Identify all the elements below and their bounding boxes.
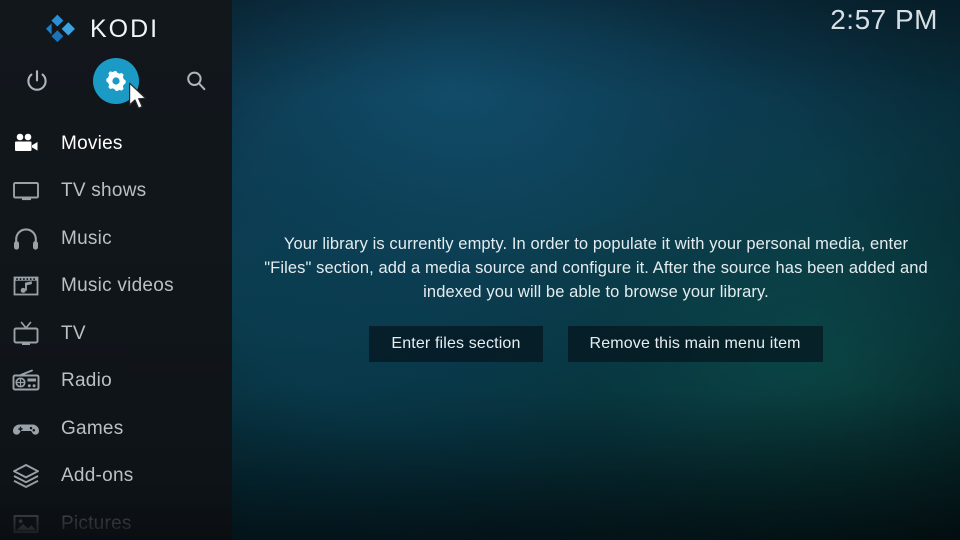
sidebar-item-label: Games — [61, 417, 124, 439]
empty-library-actions: Enter files section Remove this main men… — [263, 326, 929, 362]
sidebar-item-music[interactable]: Music — [0, 215, 232, 263]
sidebar-item-label: Radio — [61, 370, 112, 392]
sidebar-item-label: TV shows — [61, 180, 147, 202]
sidebar-item-label: TV — [61, 322, 86, 344]
film-note-icon — [9, 269, 43, 303]
app-logo: KODI — [44, 14, 159, 44]
enter-files-section-button[interactable]: Enter files section — [369, 326, 543, 362]
sidebar-item-add-ons[interactable]: Add-ons — [0, 453, 232, 501]
radio-icon — [9, 364, 43, 398]
settings-gear-icon-glyph — [106, 70, 126, 92]
addon-box-icon — [9, 459, 43, 493]
sidebar-item-label: Add-ons — [61, 465, 134, 487]
headphones-icon — [9, 222, 43, 256]
settings-gear-icon[interactable] — [93, 58, 139, 104]
picture-icon — [9, 507, 43, 540]
sidebar-item-games[interactable]: Games — [0, 405, 232, 453]
sidebar-item-label: Movies — [61, 132, 123, 154]
kodi-logo-icon — [46, 14, 75, 43]
sidebar-item-tv[interactable]: TV — [0, 310, 232, 358]
app-name: KODI — [90, 14, 160, 43]
sidebar-item-label: Music — [61, 227, 112, 249]
search-icon[interactable] — [173, 58, 219, 104]
empty-library-message: Your library is currently empty. In orde… — [264, 235, 928, 301]
gamepad-icon — [9, 412, 43, 446]
sidebar: KODI Movies TV shows Music Music videos … — [0, 0, 232, 540]
tv-antenna-icon — [9, 317, 43, 351]
tv-monitor-icon — [9, 174, 43, 208]
kodi-home-screen: 2:57 PM KODI Movies TV shows Music Music… — [0, 0, 960, 540]
main-content: Your library is currently empty. In orde… — [232, 0, 960, 540]
sidebar-item-radio[interactable]: Radio — [0, 358, 232, 406]
power-icon[interactable] — [14, 58, 60, 104]
sidebar-item-label: Pictures — [61, 512, 132, 534]
search-icon-glyph — [187, 71, 206, 91]
sidebar-item-pictures[interactable]: Pictures — [0, 500, 232, 540]
sidebar-menu: Movies TV shows Music Music videos TV Ra… — [0, 120, 232, 540]
power-icon-glyph — [27, 70, 47, 91]
empty-library-panel: Your library is currently empty. In orde… — [263, 232, 929, 362]
remove-main-menu-item-button[interactable]: Remove this main menu item — [567, 326, 823, 362]
top-icon-bar — [0, 58, 232, 104]
movie-camera-icon — [9, 127, 43, 161]
sidebar-item-tv-shows[interactable]: TV shows — [0, 168, 232, 216]
sidebar-item-movies[interactable]: Movies — [0, 120, 232, 168]
sidebar-item-music-videos[interactable]: Music videos — [0, 263, 232, 311]
sidebar-item-label: Music videos — [61, 275, 174, 297]
